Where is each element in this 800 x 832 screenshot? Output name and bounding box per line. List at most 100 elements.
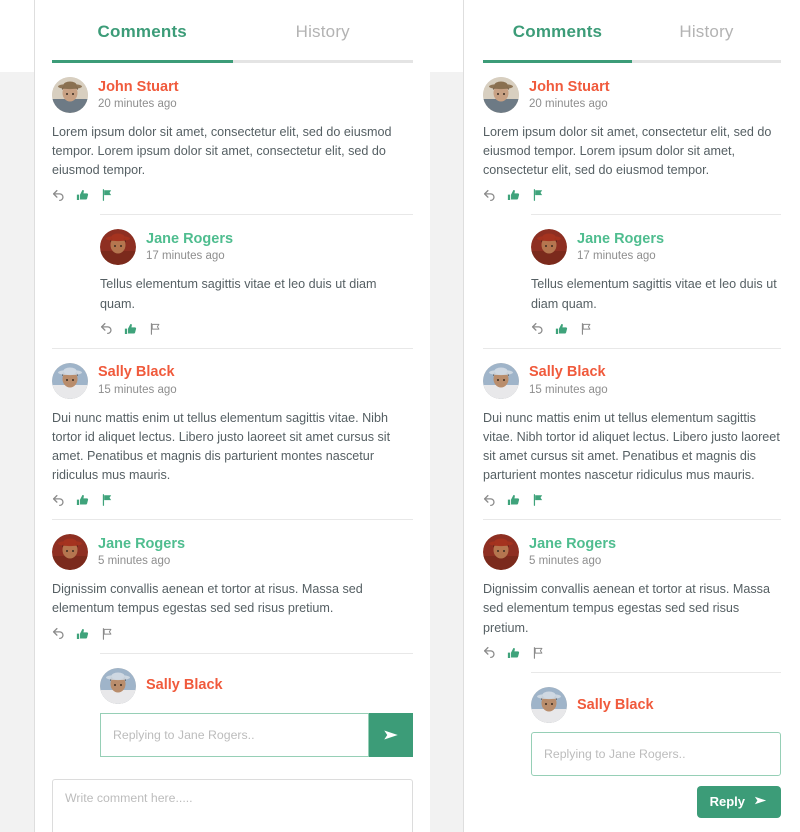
flag-icon[interactable]	[532, 493, 545, 507]
comment-timestamp: 5 minutes ago	[98, 555, 171, 568]
comment-author[interactable]: Sally Black	[529, 363, 608, 381]
comment-author[interactable]: Jane Rogers	[146, 230, 233, 248]
flag-icon[interactable]	[532, 646, 545, 660]
comment-header: Jane Rogers 5 minutes ago	[483, 534, 781, 571]
comments-panel-right: Comments History John Stuart 20 minutes a…	[464, 0, 800, 832]
comment-item: Jane Rogers 5 minutes ago Dignissim conv…	[483, 519, 781, 671]
reply-composer: Sally Black Reply	[531, 671, 781, 818]
comment-item: John Stuart 20 minutes ago Lorem ipsum d…	[52, 63, 413, 214]
middle-background-strip	[430, 72, 463, 832]
reply-arrow-icon[interactable]	[52, 627, 65, 640]
reply-button-row: Reply	[531, 785, 781, 818]
reply-arrow-icon[interactable]	[100, 322, 113, 335]
comment-meta: Jane Rogers 17 minutes ago	[146, 230, 233, 265]
flag-icon[interactable]	[101, 188, 114, 202]
flag-icon[interactable]	[580, 322, 593, 336]
thumbs-up-icon[interactable]	[76, 188, 90, 202]
comment-header: John Stuart 20 minutes ago	[483, 77, 781, 113]
comment-body: Tellus elementum sagittis vitae et leo d…	[531, 277, 777, 311]
reply-arrow-icon[interactable]	[483, 646, 496, 659]
send-reply-button[interactable]	[369, 712, 413, 757]
tab-history[interactable]: History	[632, 22, 781, 60]
flag-icon[interactable]	[532, 188, 545, 202]
reply-author-row: Sally Black	[100, 667, 413, 704]
comment-header: Sally Black 15 minutes ago	[483, 362, 781, 399]
send-arrow-icon	[753, 793, 768, 811]
comment-item: Sally Black 15 minutes ago Dui nunc matt…	[52, 347, 413, 520]
comment-actions	[100, 320, 413, 338]
comment-author[interactable]: John Stuart	[98, 78, 179, 96]
comment-header: Jane Rogers 17 minutes ago	[531, 229, 781, 266]
comment-meta: Sally Black 15 minutes ago	[98, 363, 177, 398]
comment-meta: Jane Rogers 5 minutes ago	[529, 535, 616, 570]
comment-actions	[531, 320, 781, 338]
comment-body: Lorem ipsum dolor sit amet, consectetur …	[52, 125, 392, 178]
reply-composer: Sally Black	[100, 652, 413, 757]
comment-timestamp: 5 minutes ago	[529, 555, 602, 568]
reply-arrow-icon[interactable]	[483, 189, 496, 202]
tab-history[interactable]: History	[233, 22, 414, 60]
reply-input[interactable]	[531, 731, 781, 776]
comment-header: Jane Rogers 17 minutes ago	[100, 229, 413, 266]
tab-comments[interactable]: Comments	[52, 22, 233, 60]
comment-actions	[483, 491, 781, 509]
comment-body: Dignissim convallis aenean et tortor at …	[483, 582, 770, 635]
comment-body: Tellus elementum sagittis vitae et leo d…	[100, 277, 377, 311]
comment-meta: John Stuart 20 minutes ago	[529, 78, 610, 113]
comment-meta: Sally Black 15 minutes ago	[529, 363, 608, 398]
thumbs-up-icon[interactable]	[507, 646, 521, 660]
reply-input[interactable]	[100, 712, 369, 757]
avatar	[52, 362, 88, 399]
comment-author[interactable]: John Stuart	[529, 78, 610, 96]
thumbs-up-icon[interactable]	[76, 627, 90, 641]
reply-author-name: Sally Black	[577, 696, 654, 713]
comment-timestamp: 15 minutes ago	[529, 383, 608, 396]
reply-arrow-icon[interactable]	[531, 322, 544, 335]
avatar	[52, 534, 88, 571]
thumbs-up-icon[interactable]	[507, 188, 521, 202]
reply-author-row: Sally Black	[531, 686, 781, 723]
comment-body: Dui nunc mattis enim ut tellus elementum…	[52, 410, 391, 483]
reply-input-row	[531, 731, 781, 776]
comment-item: John Stuart 20 minutes ago Lorem ipsum d…	[483, 63, 781, 214]
avatar	[483, 77, 519, 113]
reply-button[interactable]: Reply	[696, 785, 781, 818]
comment-item: Jane Rogers 17 minutes ago Tellus elemen…	[531, 214, 781, 347]
comment-author[interactable]: Jane Rogers	[529, 535, 616, 553]
comment-textarea[interactable]	[52, 778, 413, 832]
reply-author-name: Sally Black	[146, 677, 223, 694]
avatar	[100, 667, 136, 704]
comment-meta: Jane Rogers 17 minutes ago	[577, 230, 664, 265]
comment-actions	[483, 644, 781, 662]
reply-arrow-icon[interactable]	[483, 494, 496, 507]
comment-author[interactable]: Sally Black	[98, 363, 177, 381]
comment-author[interactable]: Jane Rogers	[577, 230, 664, 248]
comment-header: Jane Rogers 5 minutes ago	[52, 534, 413, 571]
flag-icon[interactable]	[101, 493, 114, 507]
reply-input-row	[100, 712, 413, 757]
thumbs-up-icon[interactable]	[124, 322, 138, 336]
reply-arrow-icon[interactable]	[52, 189, 65, 202]
comment-list: John Stuart 20 minutes ago Lorem ipsum d…	[52, 63, 413, 653]
comment-body: Dui nunc mattis enim ut tellus elementum…	[483, 410, 780, 483]
comment-timestamp: 17 minutes ago	[577, 250, 656, 263]
comment-timestamp: 15 minutes ago	[98, 383, 177, 396]
thumbs-up-icon[interactable]	[555, 322, 569, 336]
comment-meta: Jane Rogers 5 minutes ago	[98, 535, 185, 570]
avatar	[531, 686, 567, 723]
thumbs-up-icon[interactable]	[507, 493, 521, 507]
flag-icon[interactable]	[101, 627, 114, 641]
avatar	[483, 534, 519, 571]
comment-author[interactable]: Jane Rogers	[98, 535, 185, 553]
flag-icon[interactable]	[149, 322, 162, 336]
comment-body: Lorem ipsum dolor sit amet, consectetur …	[483, 125, 772, 178]
comment-list: John Stuart 20 minutes ago Lorem ipsum d…	[483, 63, 781, 672]
tab-bar: Comments History	[52, 0, 413, 60]
tab-comments[interactable]: Comments	[483, 22, 632, 60]
comment-item: Sally Black 15 minutes ago Dui nunc matt…	[483, 347, 781, 520]
tab-bar: Comments History	[483, 0, 781, 60]
avatar	[483, 362, 519, 399]
reply-arrow-icon[interactable]	[52, 494, 65, 507]
comment-header: John Stuart 20 minutes ago	[52, 77, 413, 113]
thumbs-up-icon[interactable]	[76, 493, 90, 507]
